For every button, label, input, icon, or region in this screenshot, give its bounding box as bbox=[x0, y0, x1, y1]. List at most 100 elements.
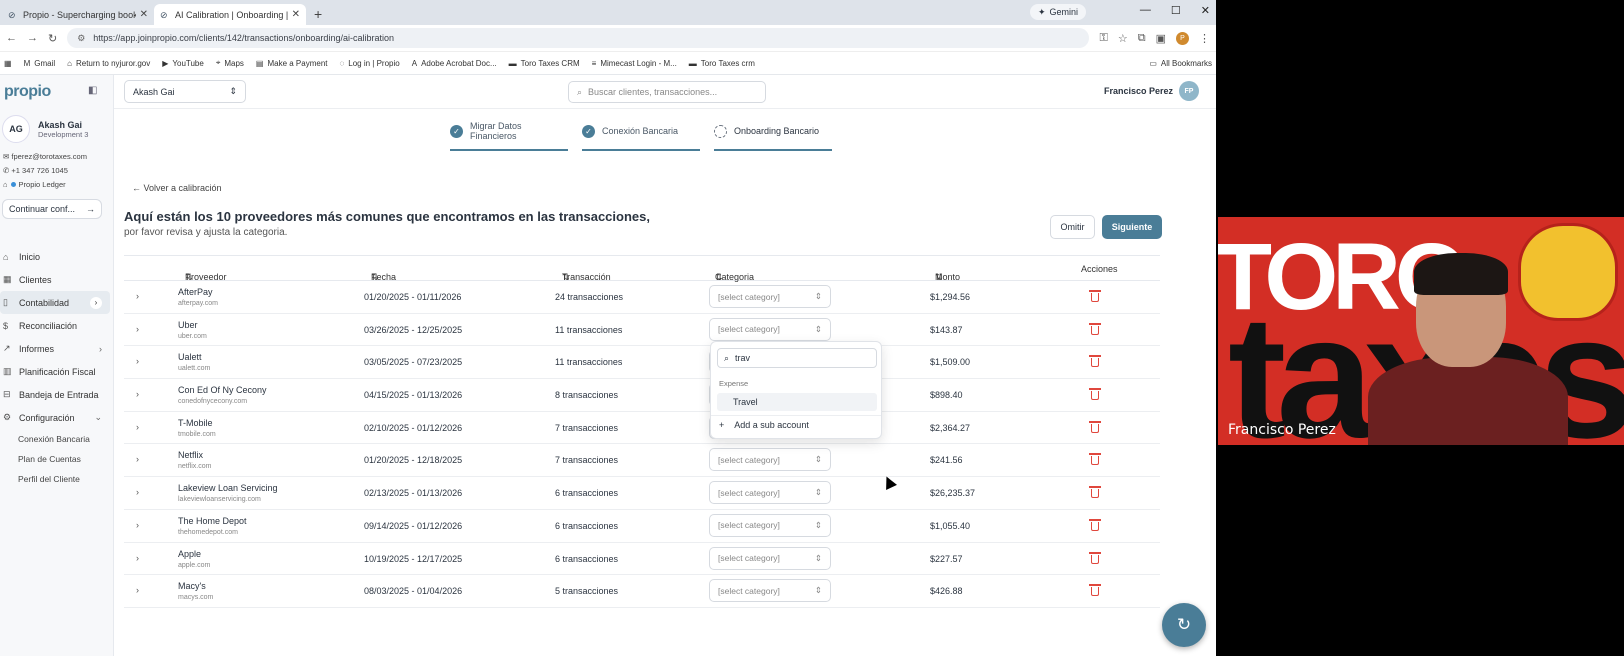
next-button[interactable]: Siguiente bbox=[1102, 215, 1162, 239]
delete-trash-icon[interactable] bbox=[1089, 551, 1101, 564]
plus-icon: + bbox=[719, 420, 725, 430]
kebab-menu-icon[interactable]: ⋮ bbox=[1199, 32, 1210, 45]
sidebar-item-reconciliacion[interactable]: $ Reconciliación bbox=[0, 314, 110, 337]
bookmark-gmail[interactable]: M Gmail bbox=[24, 59, 56, 68]
delete-trash-icon[interactable] bbox=[1089, 322, 1101, 335]
step-migrar[interactable]: ✓ Migrar Datos Financieros bbox=[450, 121, 568, 151]
updown-chevron-icon: ⇕ bbox=[814, 323, 822, 334]
delete-trash-icon[interactable] bbox=[1089, 420, 1101, 433]
category-select[interactable]: [select category] ⇕ bbox=[709, 481, 831, 505]
bookmark-nyjuror[interactable]: ⌂ Return to nyjuror.gov bbox=[67, 59, 150, 68]
forward-arrow-icon[interactable]: → bbox=[27, 32, 38, 44]
bookmark-adobe[interactable]: A Adobe Acrobat Doc... bbox=[412, 59, 497, 68]
step-label: Conexión Bancaria bbox=[602, 126, 679, 136]
sidebar-item-clientes[interactable]: ▦ Clientes bbox=[0, 268, 110, 291]
bookmark-payment[interactable]: ▤ Make a Payment bbox=[256, 59, 328, 68]
delete-trash-icon[interactable] bbox=[1089, 583, 1101, 597]
bookmark-toro-crm[interactable]: ▬ Toro Taxes CRM bbox=[509, 59, 580, 68]
step-onboarding[interactable]: Onboarding Bancario bbox=[714, 121, 832, 151]
delete-trash-icon[interactable] bbox=[1089, 354, 1101, 368]
reload-icon[interactable]: ↻ bbox=[48, 32, 57, 45]
expand-chevron-icon[interactable]: › bbox=[136, 454, 139, 464]
delete-trash-icon[interactable] bbox=[1089, 387, 1101, 401]
main-content: Akash Gai ⇕ ⌕ Buscar clientes, transacci… bbox=[114, 75, 1216, 656]
url-field[interactable]: ⚙ https://app.joinpropio.com/clients/142… bbox=[67, 28, 1090, 48]
trash-lid bbox=[1089, 388, 1101, 391]
date-range: 03/26/2025 - 12/25/2025 bbox=[364, 324, 463, 335]
search-input[interactable]: ⌕ Buscar clientes, transacciones... bbox=[568, 81, 766, 103]
search-icon: ⌕ bbox=[577, 86, 583, 97]
apps-grid-icon[interactable]: ▦ bbox=[4, 59, 12, 68]
extensions-icon[interactable]: ⧉ bbox=[1138, 32, 1146, 45]
expand-chevron-icon[interactable]: › bbox=[136, 389, 139, 399]
collapse-sidebar-icon[interactable]: ◧ bbox=[88, 85, 97, 96]
bookmark-mimecast[interactable]: ≡ Mimecast Login - M... bbox=[592, 59, 677, 68]
browser-tab-active[interactable]: ⊘ AI Calibration | Onboarding | P ✕ bbox=[154, 4, 306, 25]
new-tab-icon[interactable]: + bbox=[314, 6, 322, 22]
propio-assistant-button[interactable]: ↻ bbox=[1162, 603, 1206, 647]
bookmark-star-icon[interactable]: ☆ bbox=[1118, 32, 1128, 45]
profile-avatar[interactable]: P bbox=[1176, 31, 1189, 45]
gemini-button[interactable]: ✦ Gemini bbox=[1029, 4, 1086, 20]
date-range: 02/10/2025 - 01/12/2026 bbox=[364, 422, 463, 433]
expand-chevron-icon[interactable]: › bbox=[136, 422, 139, 432]
bookmark-youtube[interactable]: ▶ YouTube bbox=[162, 59, 204, 68]
adobe-icon: A bbox=[411, 58, 418, 68]
step-conexion[interactable]: ✓ Conexión Bancaria bbox=[582, 121, 700, 151]
category-search-input[interactable]: ⌕ trav bbox=[717, 348, 877, 368]
sidebar-item-configuracion[interactable]: ⚙ Configuración ⌄ bbox=[0, 406, 110, 429]
category-select[interactable]: [select category] ⇕ bbox=[709, 448, 831, 472]
delete-trash-icon[interactable] bbox=[1089, 452, 1101, 466]
bookmark-propio[interactable]: ◌ Log in | Propio bbox=[340, 59, 400, 68]
expand-chevron-icon[interactable]: › bbox=[136, 520, 139, 530]
date-range: 04/15/2025 - 01/13/2026 bbox=[364, 390, 463, 401]
category-select[interactable]: [select category] ⇕ bbox=[709, 546, 831, 570]
delete-trash-icon[interactable] bbox=[1089, 518, 1101, 531]
sidebar-subitem-plan[interactable]: Plan de Cuentas bbox=[0, 449, 110, 469]
expand-chevron-icon[interactable]: › bbox=[136, 553, 139, 563]
address-bar-row: ← → ↻ ⚙ https://app.joinpropio.com/clien… bbox=[0, 25, 1216, 52]
back-arrow-icon[interactable]: ← bbox=[6, 32, 17, 44]
add-sub-account-button[interactable]: + Add a sub account bbox=[719, 420, 809, 430]
sidebar-item-inicio[interactable]: ⌂ Inicio bbox=[0, 245, 110, 268]
category-select[interactable]: [select category] ⇕ bbox=[709, 317, 831, 341]
sidebar-subitem-conexion[interactable]: Conexión Bancaria bbox=[0, 429, 110, 449]
bookmark-toro-crm-2[interactable]: ▬ Toro Taxes crm bbox=[689, 59, 755, 68]
continue-config-button[interactable]: Continuar conf... → bbox=[2, 199, 102, 219]
sidepanel-icon[interactable]: ▣ bbox=[1156, 32, 1166, 45]
category-select[interactable]: [select category] ⇕ bbox=[709, 513, 831, 537]
close-window-icon[interactable]: ✕ bbox=[1201, 4, 1210, 17]
delete-trash-icon[interactable] bbox=[1089, 289, 1101, 302]
minimize-icon[interactable]: — bbox=[1140, 4, 1151, 17]
bookmark-maps[interactable]: ⌖ Maps bbox=[216, 58, 244, 68]
category-search-value: trav bbox=[735, 353, 751, 363]
back-to-calibration-link[interactable]: ← Volver a calibración bbox=[132, 183, 222, 193]
expand-chevron-icon[interactable]: › bbox=[136, 356, 139, 366]
trash-can bbox=[1091, 391, 1099, 401]
site-settings-icon[interactable]: ⚙ bbox=[77, 33, 85, 44]
delete-trash-icon[interactable] bbox=[1089, 485, 1101, 499]
sidebar-item-contabilidad[interactable]: ▯ Contabilidad › bbox=[0, 291, 110, 314]
category-select[interactable]: [select category] ⇕ bbox=[709, 579, 831, 603]
omit-button[interactable]: Omitir bbox=[1050, 215, 1095, 239]
close-tab-icon[interactable]: ✕ bbox=[292, 9, 300, 20]
category-select[interactable]: [select category] ⇕ bbox=[709, 285, 831, 308]
vendor-name: Uber bbox=[178, 319, 198, 330]
browser-tab[interactable]: ⊘ Propio - Supercharging bookk ✕ bbox=[2, 4, 154, 25]
close-tab-icon[interactable]: ✕ bbox=[140, 9, 148, 20]
expand-chevron-icon[interactable]: › bbox=[136, 487, 139, 497]
client-selector[interactable]: Akash Gai ⇕ bbox=[124, 80, 246, 103]
sidebar-item-planificacion[interactable]: ▥ Planificación Fiscal bbox=[0, 360, 110, 383]
search-placeholder: Buscar clientes, transacciones... bbox=[588, 87, 718, 97]
expand-chevron-icon[interactable]: › bbox=[136, 291, 139, 301]
expand-chevron-icon[interactable]: › bbox=[136, 585, 139, 595]
all-bookmarks[interactable]: ▭ All Bookmarks bbox=[1149, 59, 1212, 68]
maximize-icon[interactable]: ☐ bbox=[1171, 4, 1181, 17]
password-key-icon[interactable]: ⚿ bbox=[1099, 32, 1107, 45]
sidebar-subitem-perfil[interactable]: Perfil del Cliente bbox=[0, 469, 110, 489]
sidebar-item-informes[interactable]: ↗ Informes › bbox=[0, 337, 110, 360]
user-menu[interactable]: Francisco Perez FP bbox=[1104, 81, 1199, 101]
sidebar-item-bandeja[interactable]: ⊟ Bandeja de Entrada bbox=[0, 383, 110, 406]
category-option-travel[interactable]: Travel bbox=[717, 393, 877, 411]
expand-chevron-icon[interactable]: › bbox=[136, 324, 139, 334]
